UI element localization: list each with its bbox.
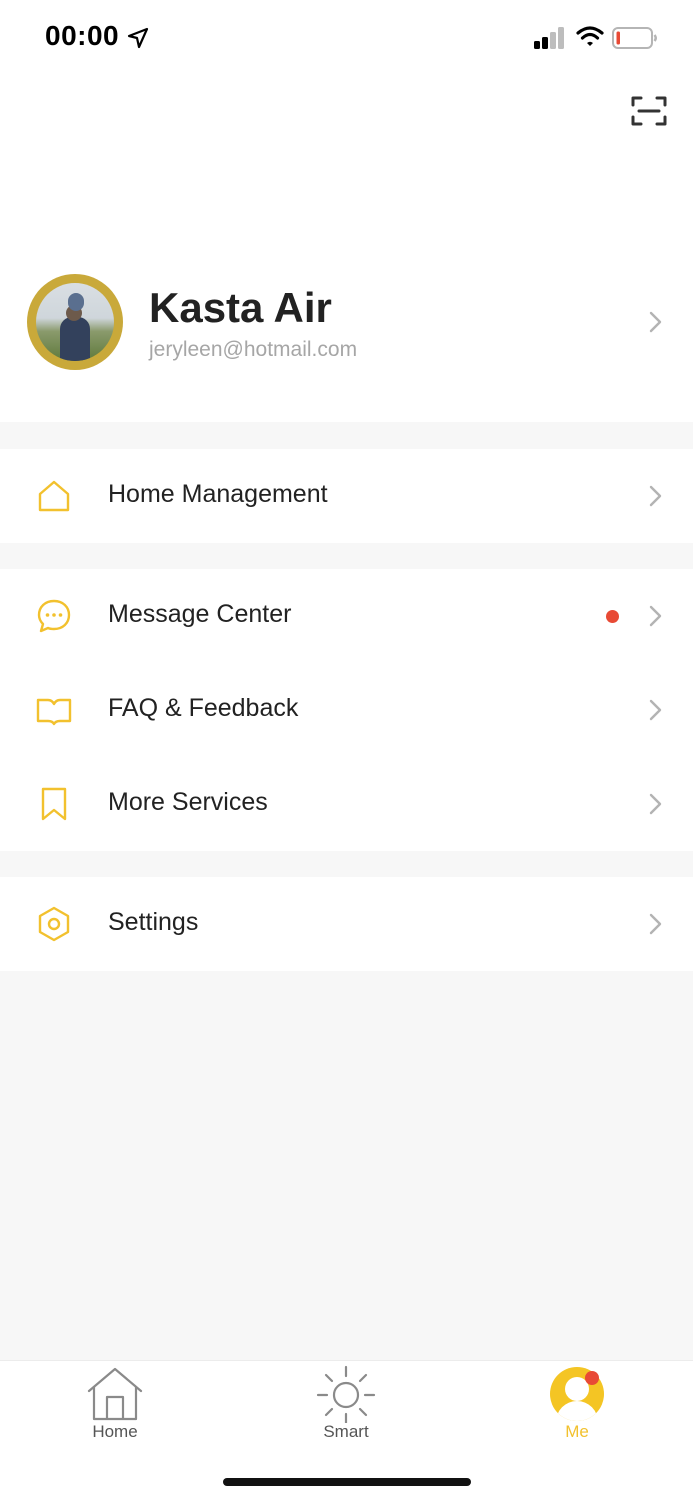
home-indicator bbox=[223, 1478, 471, 1486]
menu-group-home: Home Management bbox=[0, 449, 693, 543]
menu-item-label: Home Management bbox=[108, 480, 328, 508]
menu-item-more-services[interactable]: More Services bbox=[0, 757, 693, 851]
menu-item-label: Message Center bbox=[108, 600, 292, 628]
profile-email: jeryleen@hotmail.com bbox=[149, 338, 358, 361]
wifi-icon bbox=[576, 26, 604, 46]
home-icon bbox=[38, 480, 70, 512]
chevron-right-icon bbox=[649, 793, 662, 815]
book-icon bbox=[36, 698, 72, 726]
scan-icon[interactable] bbox=[631, 95, 667, 127]
menu-item-message-center[interactable]: Message Center bbox=[0, 569, 693, 663]
message-icon bbox=[37, 599, 71, 633]
menu-item-label: More Services bbox=[108, 788, 268, 816]
menu-group-services: Message Center FAQ & Feedback More Servi… bbox=[0, 569, 693, 851]
avatar-photo bbox=[36, 283, 114, 361]
profile-card[interactable]: Kasta Air jeryleen@hotmail.com bbox=[0, 262, 693, 382]
battery-low-icon bbox=[612, 27, 657, 49]
notification-badge bbox=[585, 1371, 599, 1385]
notification-badge bbox=[606, 610, 619, 623]
tab-label: Smart bbox=[323, 1422, 369, 1441]
tab-label: Me bbox=[565, 1422, 589, 1441]
menu-group-settings: Settings bbox=[0, 877, 693, 971]
chevron-right-icon bbox=[649, 311, 662, 333]
settings-icon bbox=[38, 906, 70, 942]
location-arrow-icon bbox=[127, 27, 149, 49]
tab-label: Home bbox=[92, 1422, 138, 1441]
chevron-right-icon bbox=[649, 913, 662, 935]
chevron-right-icon bbox=[649, 485, 662, 507]
menu-item-label: Settings bbox=[108, 908, 199, 936]
menu-item-home-management[interactable]: Home Management bbox=[0, 449, 693, 543]
tab-me[interactable]: Me bbox=[517, 1361, 637, 1451]
menu-item-label: FAQ & Feedback bbox=[108, 694, 299, 722]
chevron-right-icon bbox=[649, 699, 662, 721]
home-tab-icon bbox=[87, 1367, 143, 1421]
status-time: 00:00 bbox=[45, 20, 120, 51]
profile-name: Kasta Air bbox=[149, 284, 332, 331]
tab-smart[interactable]: Smart bbox=[286, 1361, 406, 1451]
bookmark-icon bbox=[41, 787, 67, 821]
menu-item-settings[interactable]: Settings bbox=[0, 877, 693, 971]
menu-item-faq-feedback[interactable]: FAQ & Feedback bbox=[0, 663, 693, 757]
cellular-signal-icon bbox=[534, 27, 564, 49]
profile-avatar[interactable] bbox=[27, 274, 123, 370]
tab-home[interactable]: Home bbox=[55, 1361, 175, 1451]
sun-icon bbox=[316, 1365, 376, 1423]
chevron-right-icon bbox=[649, 605, 662, 627]
